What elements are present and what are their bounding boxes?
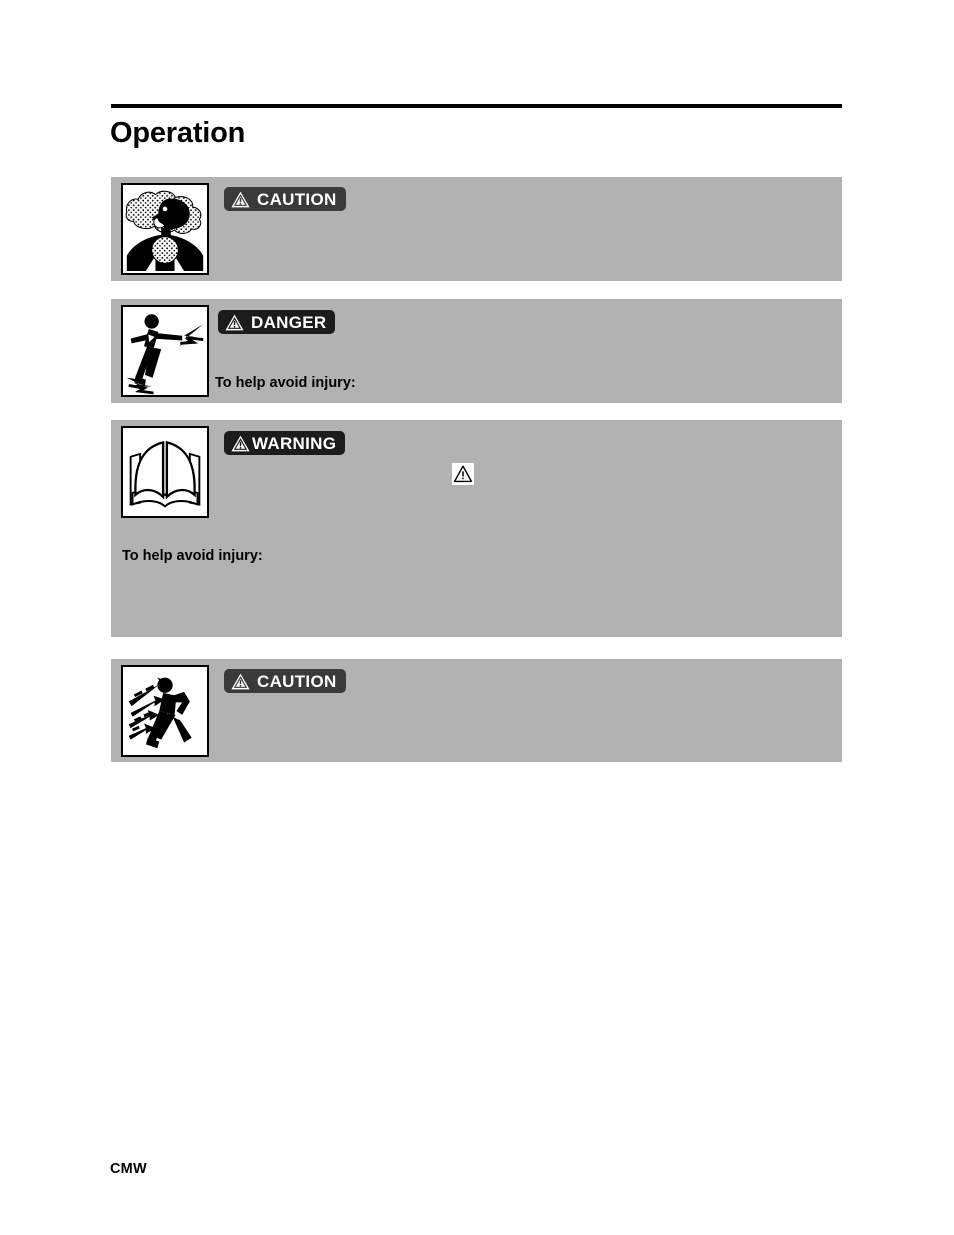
read-manual-icon bbox=[121, 426, 209, 518]
caution-signal-badge: CAUTION bbox=[224, 669, 346, 693]
header-rule bbox=[111, 104, 842, 108]
danger-signal-badge: DANGER bbox=[218, 310, 336, 334]
footer-label: CMW bbox=[110, 1161, 147, 1177]
flying-debris-hazard-icon bbox=[121, 665, 209, 757]
warning-triangle-icon bbox=[225, 314, 244, 330]
signal-word-label: DANGER bbox=[251, 312, 327, 332]
signal-word-label: CAUTION bbox=[257, 671, 337, 691]
dust-inhalation-hazard-icon bbox=[121, 183, 209, 275]
safety-message-text: To help avoid injury: bbox=[122, 548, 263, 564]
safety-message-box: WARNING To help avoid injury: bbox=[111, 420, 842, 637]
safety-message-box: CAUTION bbox=[111, 177, 842, 281]
safety-message-box: DANGER To help avoid injury: bbox=[111, 299, 842, 403]
page-title: Operation bbox=[110, 117, 246, 149]
warning-triangle-icon bbox=[231, 435, 250, 451]
safety-message-text: To help avoid injury: bbox=[215, 375, 356, 391]
electrocution-hazard-icon bbox=[121, 305, 209, 397]
warning-signal-badge: WARNING bbox=[224, 431, 346, 455]
signal-word-label: WARNING bbox=[252, 433, 337, 453]
warning-triangle-icon bbox=[231, 191, 250, 207]
safety-alert-triangle-icon bbox=[452, 463, 474, 485]
signal-word-label: CAUTION bbox=[257, 189, 337, 209]
warning-triangle-icon bbox=[231, 673, 250, 689]
document-page: Operation CAUTION DANGER To help avoid i… bbox=[0, 0, 954, 1235]
safety-message-box: CAUTION bbox=[111, 659, 842, 762]
caution-signal-badge: CAUTION bbox=[224, 187, 346, 211]
